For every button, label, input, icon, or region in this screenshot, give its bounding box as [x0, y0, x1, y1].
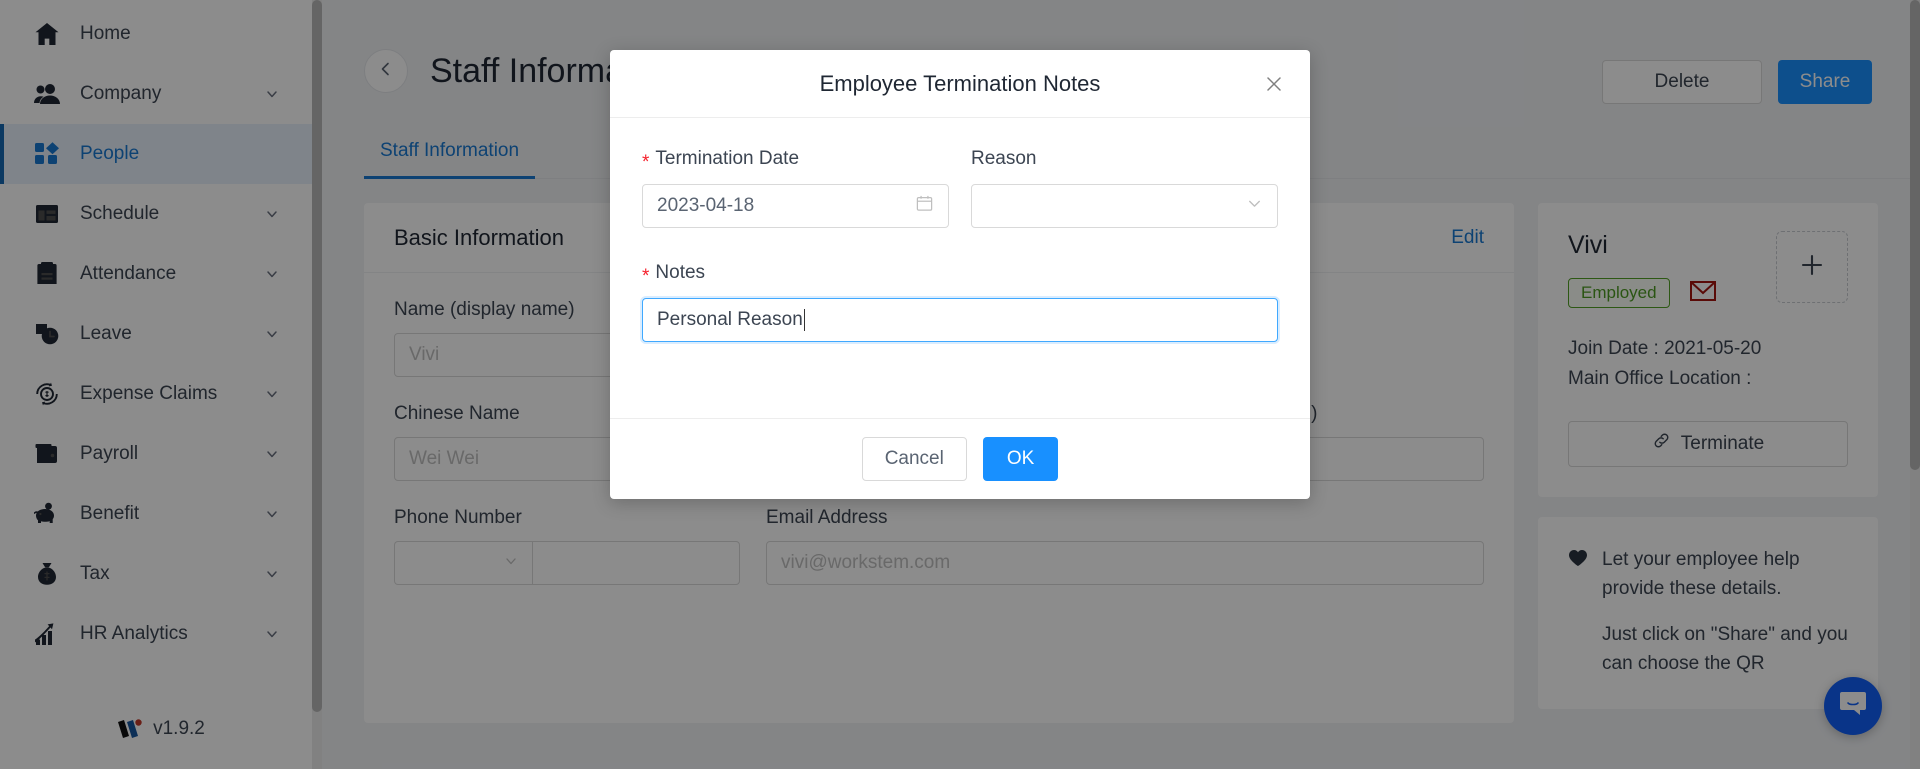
termination-date-value: 2023-04-18 [657, 195, 755, 216]
termination-date-field: * Termination Date 2023-04-18 [642, 148, 949, 228]
reason-select[interactable] [971, 184, 1278, 228]
dialog-field-row: * Termination Date 2023-04-18 Reason [642, 148, 1278, 228]
chevron-down-icon [1246, 195, 1263, 218]
termination-date-label-row: * Termination Date [642, 148, 949, 173]
close-icon[interactable] [1260, 70, 1288, 98]
notes-label: Notes [655, 262, 706, 283]
text-cursor [803, 309, 805, 331]
reason-field: Reason [971, 148, 1278, 228]
dialog-header: Employee Termination Notes [610, 50, 1310, 118]
required-asterisk: * [642, 151, 650, 173]
notes-value: Personal Reason [657, 309, 803, 330]
required-asterisk: * [642, 265, 650, 287]
ok-button[interactable]: OK [982, 437, 1059, 481]
reason-label-row: Reason [971, 148, 1278, 170]
notes-label-row: * Notes [642, 262, 1278, 287]
calendar-icon [915, 194, 934, 219]
dialog-body: * Termination Date 2023-04-18 Reason * N… [610, 118, 1310, 418]
notes-input[interactable]: Personal Reason [642, 298, 1278, 342]
cancel-button[interactable]: Cancel [861, 437, 967, 481]
employee-termination-notes-dialog: Employee Termination Notes * Termination… [610, 50, 1310, 499]
termination-date-label: Termination Date [655, 148, 800, 169]
notes-field: * Notes Personal Reason [642, 262, 1278, 342]
dialog-footer: Cancel OK [610, 418, 1310, 499]
reason-label: Reason [971, 148, 1037, 169]
dialog-title: Employee Termination Notes [819, 70, 1101, 96]
termination-date-input[interactable]: 2023-04-18 [642, 184, 949, 228]
